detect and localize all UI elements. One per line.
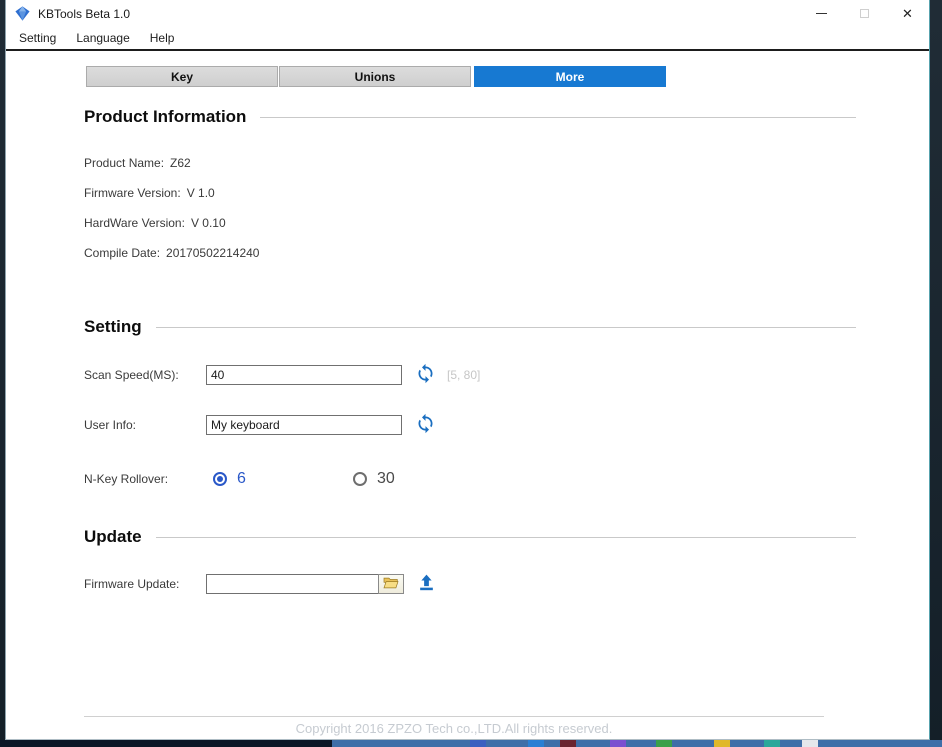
taskbar-icon-sliver[interactable] — [714, 740, 730, 747]
field-value: V 1.0 — [187, 186, 215, 200]
firmware-update-row: Firmware Update: — [84, 571, 436, 597]
compile-date-row: Compile Date: 20170502214240 — [84, 244, 259, 262]
titlebar: KBTools Beta 1.0 ✕ — [6, 0, 929, 27]
menu-setting[interactable]: Setting — [9, 28, 66, 48]
menu-help[interactable]: Help — [140, 28, 185, 48]
field-label: Compile Date: — [84, 246, 160, 260]
field-value: 20170502214240 — [166, 246, 259, 260]
product-name-row: Product Name: Z62 — [84, 154, 191, 172]
taskbar — [0, 740, 942, 747]
taskbar-icon-sliver[interactable] — [560, 740, 576, 747]
open-folder-icon — [382, 576, 400, 593]
heading-rule — [156, 327, 856, 328]
scan-speed-refresh-button[interactable] — [415, 363, 436, 387]
menu-language[interactable]: Language — [66, 28, 139, 48]
nkey-option-6[interactable]: 6 — [213, 470, 353, 488]
user-info-refresh-button[interactable] — [415, 413, 436, 437]
firmware-path-input[interactable] — [207, 575, 403, 593]
scan-speed-label: Scan Speed(MS): — [84, 368, 206, 382]
user-info-row: User Info: — [84, 412, 436, 438]
tab-key[interactable]: Key — [86, 66, 278, 87]
window-controls: ✕ — [800, 0, 929, 27]
taskbar-dark-segment — [0, 740, 332, 747]
field-value: V 0.10 — [191, 216, 226, 230]
maximize-button[interactable] — [843, 0, 886, 27]
app-icon — [14, 5, 31, 22]
nkey-rollover-label: N-Key Rollover: — [84, 472, 206, 486]
radio-selected-icon — [213, 472, 227, 486]
radio-unselected-icon — [353, 472, 367, 486]
section-title: Setting — [84, 317, 142, 337]
nkey-option-30[interactable]: 30 — [353, 470, 493, 488]
desktop-background: KBTools Beta 1.0 ✕ Setting Language Help… — [0, 0, 942, 747]
sync-icon — [415, 413, 436, 437]
update-section-heading: Update — [84, 524, 856, 550]
taskbar-icon-sliver[interactable] — [528, 740, 544, 747]
minimize-icon — [816, 13, 827, 14]
firmware-version-row: Firmware Version: V 1.0 — [84, 184, 215, 202]
taskbar-icon-sliver[interactable] — [802, 740, 818, 747]
tab-more[interactable]: More — [474, 66, 666, 87]
product-info-section-heading: Product Information — [84, 104, 856, 130]
browse-folder-button[interactable] — [378, 574, 404, 594]
section-title: Product Information — [84, 107, 246, 127]
menubar: Setting Language Help — [6, 27, 929, 49]
minimize-button[interactable] — [800, 0, 843, 27]
taskbar-icon-sliver[interactable] — [764, 740, 780, 747]
field-label: HardWare Version: — [84, 216, 185, 230]
heading-rule — [156, 537, 856, 538]
window-title: KBTools Beta 1.0 — [38, 7, 130, 21]
scan-speed-range-hint: [5, 80] — [447, 368, 480, 382]
section-title: Update — [84, 527, 142, 547]
field-label: Product Name: — [84, 156, 164, 170]
tab-unions[interactable]: Unions — [279, 66, 471, 87]
taskbar-icon-sliver[interactable] — [470, 740, 486, 747]
footer-divider — [84, 716, 824, 717]
sync-icon — [415, 363, 436, 387]
copyright-text: Copyright 2016 ZPZO Tech co.,LTD.All rig… — [84, 721, 824, 736]
field-label: Firmware Version: — [84, 186, 181, 200]
scan-speed-input[interactable] — [206, 365, 402, 385]
firmware-upload-button[interactable] — [417, 573, 436, 595]
field-value: Z62 — [170, 156, 191, 170]
close-button[interactable]: ✕ — [886, 0, 929, 27]
menubar-divider — [6, 49, 929, 51]
radio-label: 30 — [377, 470, 395, 488]
user-info-input[interactable] — [206, 415, 402, 435]
tab-bar: Key Unions More — [86, 66, 667, 87]
setting-section-heading: Setting — [84, 314, 856, 340]
scan-speed-row: Scan Speed(MS): [5, 80] — [84, 362, 480, 388]
nkey-rollover-row: N-Key Rollover: 6 30 — [84, 466, 493, 492]
firmware-file-box — [206, 574, 404, 594]
taskbar-icon-sliver[interactable] — [656, 740, 672, 747]
maximize-icon — [860, 9, 869, 18]
hardware-version-row: HardWare Version: V 0.10 — [84, 214, 226, 232]
heading-rule — [260, 117, 856, 118]
upload-icon — [417, 573, 436, 595]
user-info-label: User Info: — [84, 418, 206, 432]
taskbar-icon-sliver[interactable] — [610, 740, 626, 747]
radio-label: 6 — [237, 470, 246, 488]
firmware-update-label: Firmware Update: — [84, 577, 206, 591]
app-window: KBTools Beta 1.0 ✕ Setting Language Help… — [5, 0, 930, 740]
